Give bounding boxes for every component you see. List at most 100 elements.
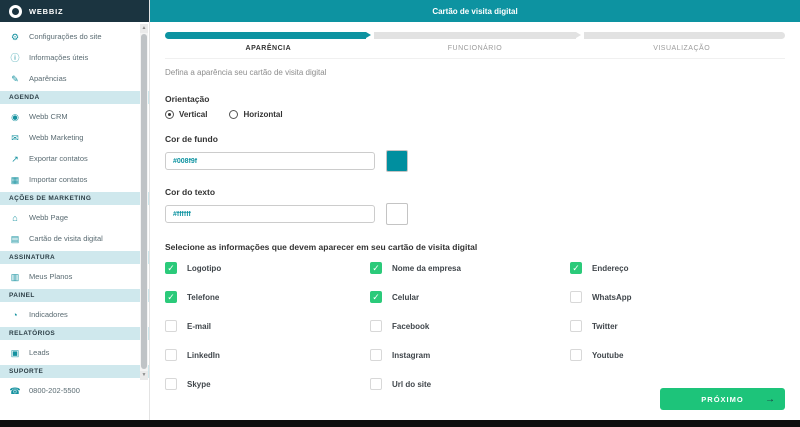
appearance-icon: ✎ bbox=[9, 73, 21, 85]
checkbox-label: Endereço bbox=[592, 264, 628, 273]
phone-support-icon: ☎ bbox=[9, 385, 21, 397]
info-icon: ⓘ bbox=[9, 52, 21, 64]
tab-aparencia[interactable]: APARÊNCIA bbox=[165, 45, 372, 52]
checkbox-unchecked-icon[interactable] bbox=[570, 349, 582, 361]
sidebar-item-label: Meus Planos bbox=[29, 272, 72, 281]
checkbox-label: Skype bbox=[187, 380, 211, 389]
checkbox-unchecked-icon[interactable] bbox=[370, 378, 382, 390]
webpage-icon: ⌂ bbox=[9, 212, 21, 224]
sidebar-item-label: Configurações do site bbox=[29, 32, 102, 41]
checkbox-item-facebook[interactable]: Facebook bbox=[370, 320, 570, 332]
checkbox-unchecked-icon[interactable] bbox=[570, 320, 582, 332]
sidebar-scrollbar[interactable]: ▲ ▼ bbox=[140, 24, 148, 380]
checkbox-item-logotipo[interactable]: ✓Logotipo bbox=[165, 262, 370, 274]
background-color-swatch[interactable] bbox=[386, 150, 408, 172]
checkbox-checked-icon[interactable]: ✓ bbox=[165, 291, 177, 303]
sidebar: WEBBIZ ⚙Configurações do site ⓘ Informaçõe… bbox=[0, 0, 150, 420]
sidebar-menu: ⚙Configurações do site ⓘ Informações úteis… bbox=[0, 22, 149, 401]
crm-icon: ◉ bbox=[9, 111, 21, 123]
checkbox-item-whatsapp[interactable]: WhatsApp bbox=[570, 291, 785, 303]
checkbox-unchecked-icon[interactable] bbox=[370, 349, 382, 361]
sidebar-item-leads[interactable]: ▣Leads bbox=[0, 342, 149, 363]
sidebar-item-0800-202-5500[interactable]: ☎0800-202-5500 bbox=[0, 380, 149, 401]
checkbox-item-endereco[interactable]: ✓ Endereço bbox=[570, 262, 785, 274]
checkbox-label: LinkedIn bbox=[187, 351, 220, 360]
sidebar-item-meus-planos[interactable]: ▥ Meus Planos bbox=[0, 266, 149, 287]
checkbox-label: WhatsApp bbox=[592, 293, 632, 302]
checkbox-item-telefone[interactable]: ✓ Telefone bbox=[165, 291, 370, 303]
checkbox-checked-icon[interactable]: ✓ bbox=[370, 291, 382, 303]
checkbox-item-twitter[interactable]: Twitter bbox=[570, 320, 785, 332]
step-segment-visualizacao bbox=[584, 32, 785, 39]
checkbox-checked-icon[interactable]: ✓ bbox=[570, 262, 582, 274]
sidebar-item-exportar-contatos[interactable]: ↗Exportar contatos bbox=[0, 148, 149, 169]
webbiz-logo-icon bbox=[9, 5, 22, 18]
orientation-options: Vertical Horizontal bbox=[165, 110, 785, 119]
radio-vertical-icon[interactable] bbox=[165, 110, 174, 119]
tab-funcionario[interactable]: FUNCIONÁRIO bbox=[372, 45, 579, 52]
arrow-right-icon: → bbox=[765, 394, 775, 405]
sidebar-section-painel: PAINEL bbox=[0, 289, 149, 302]
text-color-swatch[interactable] bbox=[386, 203, 408, 225]
info-select-section: Selecione as informações que devem apare… bbox=[165, 242, 785, 390]
checkbox-label: Telefone bbox=[187, 293, 219, 302]
checkbox-unchecked-icon[interactable] bbox=[570, 291, 582, 303]
tab-visualizacao[interactable]: VISUALIZAÇÃO bbox=[578, 45, 785, 52]
step-bar bbox=[165, 32, 785, 39]
checkbox-item-instagram[interactable]: Instagram bbox=[370, 349, 570, 361]
checkbox-label: Instagram bbox=[392, 351, 430, 360]
sidebar-item-label: Webb Page bbox=[29, 213, 68, 222]
checkbox-unchecked-icon[interactable] bbox=[165, 320, 177, 332]
sidebar-item-webb-marketing[interactable]: ✉Webb Marketing bbox=[0, 127, 149, 148]
step-segment-aparencia bbox=[165, 32, 366, 39]
step-progress: APARÊNCIA FUNCIONÁRIO VISUALIZAÇÃO bbox=[165, 32, 785, 59]
page-title: Cartão de visita digital bbox=[150, 0, 800, 22]
checkbox-item-skype[interactable]: Skype bbox=[165, 378, 370, 390]
sidebar-item-label: Aparências bbox=[29, 74, 67, 83]
checkbox-item-linkedin[interactable]: LinkedIn bbox=[165, 349, 370, 361]
sidebar-item-configuracoes-do-site[interactable]: ⚙Configurações do site bbox=[0, 26, 149, 47]
info-select-label: Selecione as informações que devem apare… bbox=[165, 242, 785, 252]
checkbox-item-url-do-site[interactable]: Url do site bbox=[370, 378, 570, 390]
form-subtitle: Defina a aparência seu cartão de visita … bbox=[165, 68, 785, 77]
sidebar-section-suporte: SUPORTE bbox=[0, 365, 149, 378]
checkbox-unchecked-icon[interactable] bbox=[370, 320, 382, 332]
sidebar-item-informacoes-uteis[interactable]: ⓘ Informações úteis bbox=[0, 47, 149, 68]
radio-horizontal[interactable]: Horizontal bbox=[229, 110, 282, 119]
scroll-down-icon[interactable]: ▼ bbox=[140, 371, 148, 380]
text-color-input[interactable] bbox=[165, 205, 375, 223]
checkbox-item-youtube[interactable]: Youtube bbox=[570, 349, 785, 361]
logo-bar: WEBBIZ bbox=[0, 0, 149, 22]
sidebar-item-importar-contatos[interactable]: ▦Importar contatos bbox=[0, 169, 149, 190]
background-color-label: Cor de fundo bbox=[165, 134, 785, 144]
checkbox-checked-icon[interactable]: ✓ bbox=[165, 262, 177, 274]
background-color-input[interactable] bbox=[165, 152, 375, 170]
sidebar-item-aparencias[interactable]: ✎ Aparências bbox=[0, 68, 149, 89]
next-button[interactable]: PRÓXIMO → bbox=[660, 388, 785, 410]
sidebar-section-acoes-de-marketing: AÇÕES DE MARKETING bbox=[0, 192, 149, 205]
scrollbar-thumb[interactable] bbox=[141, 34, 147, 369]
sidebar-item-webb-page[interactable]: ⌂ Webb Page bbox=[0, 207, 149, 228]
checkbox-unchecked-icon[interactable] bbox=[165, 349, 177, 361]
sidebar-item-webb-crm[interactable]: ◉Webb CRM bbox=[0, 106, 149, 127]
sidebar-item-label: Cartão de visita digital bbox=[29, 234, 103, 243]
step-segment-funcionario bbox=[374, 32, 575, 39]
sidebar-item-label: Indicadores bbox=[29, 310, 68, 319]
sidebar-section-assinatura: ASSINATURA bbox=[0, 251, 149, 264]
checkbox-item-celular[interactable]: ✓ Celular bbox=[370, 291, 570, 303]
sidebar-item-indicadores[interactable]: ◔Indicadores bbox=[0, 304, 149, 325]
checkbox-label: Celular bbox=[392, 293, 419, 302]
checkbox-unchecked-icon[interactable] bbox=[165, 378, 177, 390]
radio-vertical[interactable]: Vertical bbox=[165, 110, 207, 119]
step-labels: APARÊNCIA FUNCIONÁRIO VISUALIZAÇÃO bbox=[165, 45, 785, 52]
money-icon: ▥ bbox=[9, 271, 21, 283]
scroll-up-icon[interactable]: ▲ bbox=[140, 24, 148, 33]
checkbox-item-nome-da-empresa[interactable]: ✓Nome da empresa bbox=[370, 262, 570, 274]
sidebar-item-cartao-de-visita-digital[interactable]: ▤Cartão de visita digital bbox=[0, 228, 149, 249]
checkbox-checked-icon[interactable]: ✓ bbox=[370, 262, 382, 274]
checkbox-item-e-mail[interactable]: E-mail bbox=[165, 320, 370, 332]
orientation-field: Orientação Vertical Horizontal bbox=[165, 94, 785, 119]
sidebar-item-label: Webb Marketing bbox=[29, 133, 83, 142]
radio-horizontal-icon[interactable] bbox=[229, 110, 238, 119]
sidebar-item-label: Informações úteis bbox=[29, 53, 88, 62]
